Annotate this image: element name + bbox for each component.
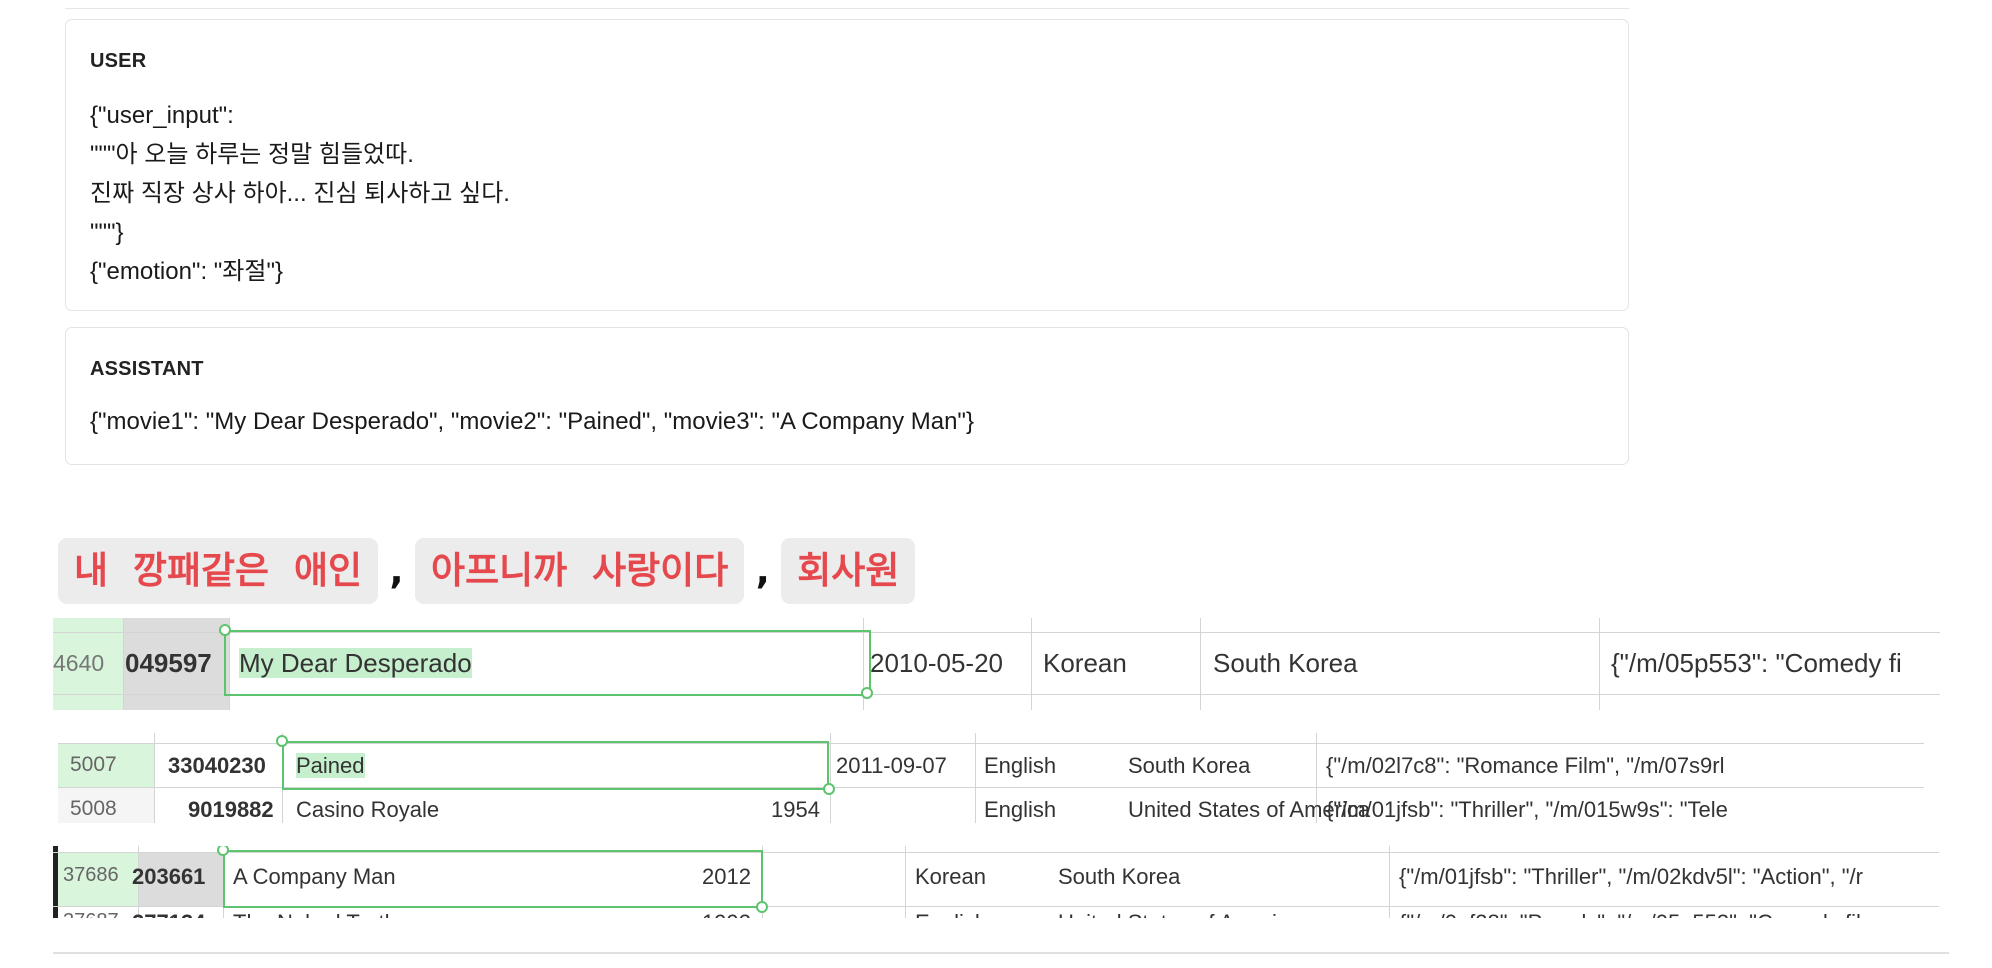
bottom-divider	[53, 952, 1949, 954]
country: South Korea	[1128, 753, 1251, 778]
korean-title-tag: 아프니까 사랑이다	[415, 538, 745, 604]
korean-title-tag: 회사원	[781, 538, 916, 604]
korean-title-tags: 내 깡패같은 애인 , 아프니까 사랑이다 , 회사원	[58, 538, 916, 604]
country: United States of America	[1058, 910, 1300, 918]
release-date: 2012	[702, 864, 751, 889]
row-id: 9019882	[188, 797, 274, 822]
user-role-label: USER	[90, 50, 147, 72]
top-divider	[65, 8, 1629, 9]
movie-title: A Company Man	[233, 864, 396, 889]
genres: {"/m/05p553": "Comedy fi	[1611, 648, 1902, 678]
genres: {"/m/01jfsb": "Thriller", "/m/015w9s": "…	[1326, 797, 1728, 822]
language: Korean	[1043, 648, 1127, 678]
movie-title: My Dear Desperado	[239, 648, 472, 678]
korean-title-tag: 내 깡패같은 애인	[58, 538, 379, 604]
genres: {"/m/01jfsb": "Thriller", "/m/02kdv5l": …	[1399, 864, 1863, 889]
assistant-message-text: {"movie1": "My Dear Desperado", "movie2"…	[90, 408, 974, 435]
release-date: 1992	[693, 910, 751, 918]
release-date: 2011-09-07	[836, 753, 947, 778]
assistant-role-label: ASSISTANT	[90, 358, 204, 380]
assistant-message-card: ASSISTANT {"movie1": "My Dear Desperado"…	[65, 327, 1629, 465]
tag-separator: ,	[755, 549, 770, 592]
country: South Korea	[1058, 864, 1181, 889]
row-number: 5007	[70, 753, 117, 776]
row-number: 37686	[63, 864, 119, 886]
row-id: 33040230	[168, 753, 266, 778]
language: Korean	[915, 864, 986, 889]
release-date: 1954	[771, 797, 820, 822]
row-id: 277134	[132, 910, 205, 918]
movie-title: The Naked Truth	[233, 910, 397, 918]
movie-title: Casino Royale	[296, 797, 440, 822]
language: English	[984, 753, 1057, 778]
country: South Korea	[1213, 648, 1358, 678]
language: English	[915, 910, 987, 918]
user-message-text: {"user_input": """아 오늘 하루는 정말 힘들었따. 진짜 직…	[90, 102, 510, 285]
movie-title: Pained	[296, 753, 365, 778]
row-number: 37687	[63, 910, 119, 918]
language: English	[984, 797, 1057, 822]
spreadsheet-crop-1: 4640 049597 My Dear Desperado 2010-05-20…	[53, 618, 1940, 710]
tag-separator: ,	[389, 549, 404, 592]
genres: {"/m/02l7c8": "Romance Film", "/m/07s9rl	[1326, 753, 1725, 778]
row-number: 5008	[70, 797, 117, 820]
row-id: 049597	[125, 648, 212, 678]
row-number: 4640	[53, 650, 105, 676]
genres: {"/m/0gf28": "Parody", "/m/05p553": "Com…	[1399, 910, 1879, 918]
row-id: 203661	[132, 864, 206, 889]
release-date: 2010-05-20	[870, 648, 1003, 678]
spreadsheet-crop-2: 5007 33040230 Pained 2011-09-07 English …	[58, 733, 1924, 823]
spreadsheet-crop-3: 37686 203661 A Company Man 2012 Korean S…	[53, 846, 1939, 918]
user-message-card: USER {"user_input": """아 오늘 하루는 정말 힘들었따.…	[65, 19, 1629, 311]
